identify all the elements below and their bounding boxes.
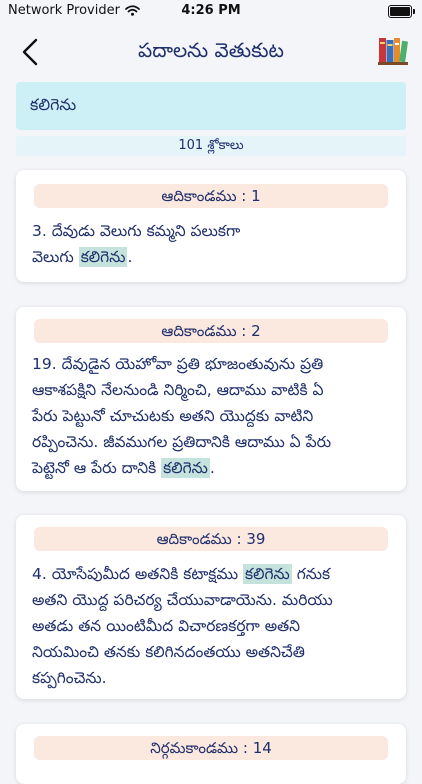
verse-reference: ఆదికాండము : 2 <box>34 319 388 343</box>
verse-reference: ఆదికాండము : 39 <box>34 527 388 551</box>
battery-icon <box>388 5 415 18</box>
verse-line: వెలుగు కలిగెను. <box>32 247 133 267</box>
verse-line: 19. దేవుడైన యెహోవా ప్రతి భూజంతువును ప్రత… <box>32 355 324 373</box>
verse-text: 4. యోసేపుమీద అతనికి కటాక్షము కలిగెను గను… <box>32 561 392 691</box>
verse-line: ఆకాశపక్షిని నేలనుండి నిర్మించి, ఆదాము వా… <box>32 381 324 399</box>
header: పదాలను వెతుకుట <box>0 24 422 80</box>
verse-line: అతని యొద్ద పరిచర్య చేయువాడాయెను. మరియు <box>32 591 333 609</box>
verse-reference: నిర్గమకాండము : 14 <box>34 736 388 760</box>
books-icon[interactable] <box>376 34 410 68</box>
status-time: 4:26 PM <box>181 3 241 18</box>
verse-line: పెట్టెనో ఆ పేరు దానికి కలిగెను. <box>32 458 215 478</box>
result-count: 101 శ్లోకాలు <box>16 136 406 156</box>
search-match-highlight: కలిగెను <box>243 564 292 584</box>
result-card[interactable]: నిర్గమకాండము : 14 <box>16 724 406 784</box>
result-card[interactable]: ఆదికాండము : 39 4. యోసేపుమీద అతనికి కటాక్… <box>16 515 406 699</box>
verse-line: కప్పగించెను. <box>32 669 107 687</box>
verse-line: 4. యోసేపుమీద అతనికి కటాక్షము కలిగెను గను… <box>32 564 331 584</box>
search-match-highlight: కలిగెను <box>78 247 128 267</box>
result-card[interactable]: ఆదికాండము : 2 19. దేవుడైన యెహోవా ప్రతి భ… <box>16 307 406 491</box>
page-title: పదాలను వెతుకుట <box>137 38 285 62</box>
verse-reference: ఆదికాండము : 1 <box>34 184 388 208</box>
verse-line: నియమించి తనకు కలిగినదంతయు అతనిచేతి <box>32 643 305 661</box>
verse-line: పేరు పెట్టునో చూచుటకు అతని యొద్దకు వాటిన… <box>32 407 314 425</box>
verse-line: అతడు తన యింటిమీద విచారణకర్తగా అతని <box>32 617 301 635</box>
search-input[interactable]: కలిగెను <box>16 82 406 130</box>
verse-text: 3. దేవుడు వెలుగు కమ్మని పలుకగా వెలుగు కల… <box>32 218 392 270</box>
verse-line: 3. దేవుడు వెలుగు కమ్మని పలుకగా <box>32 222 241 240</box>
verse-text: 19. దేవుడైన యెహోవా ప్రతి భూజంతువును ప్రత… <box>32 351 392 481</box>
result-card[interactable]: ఆదికాండము : 1 3. దేవుడు వెలుగు కమ్మని పల… <box>16 170 406 282</box>
verse-line: రప్పించెను. జీవముగల ప్రతిదానికి ఆదాము ఏ … <box>32 433 332 451</box>
status-bar: Network Provider 4:26 PM <box>0 0 422 22</box>
search-match-highlight: కలిగెను <box>161 458 210 478</box>
